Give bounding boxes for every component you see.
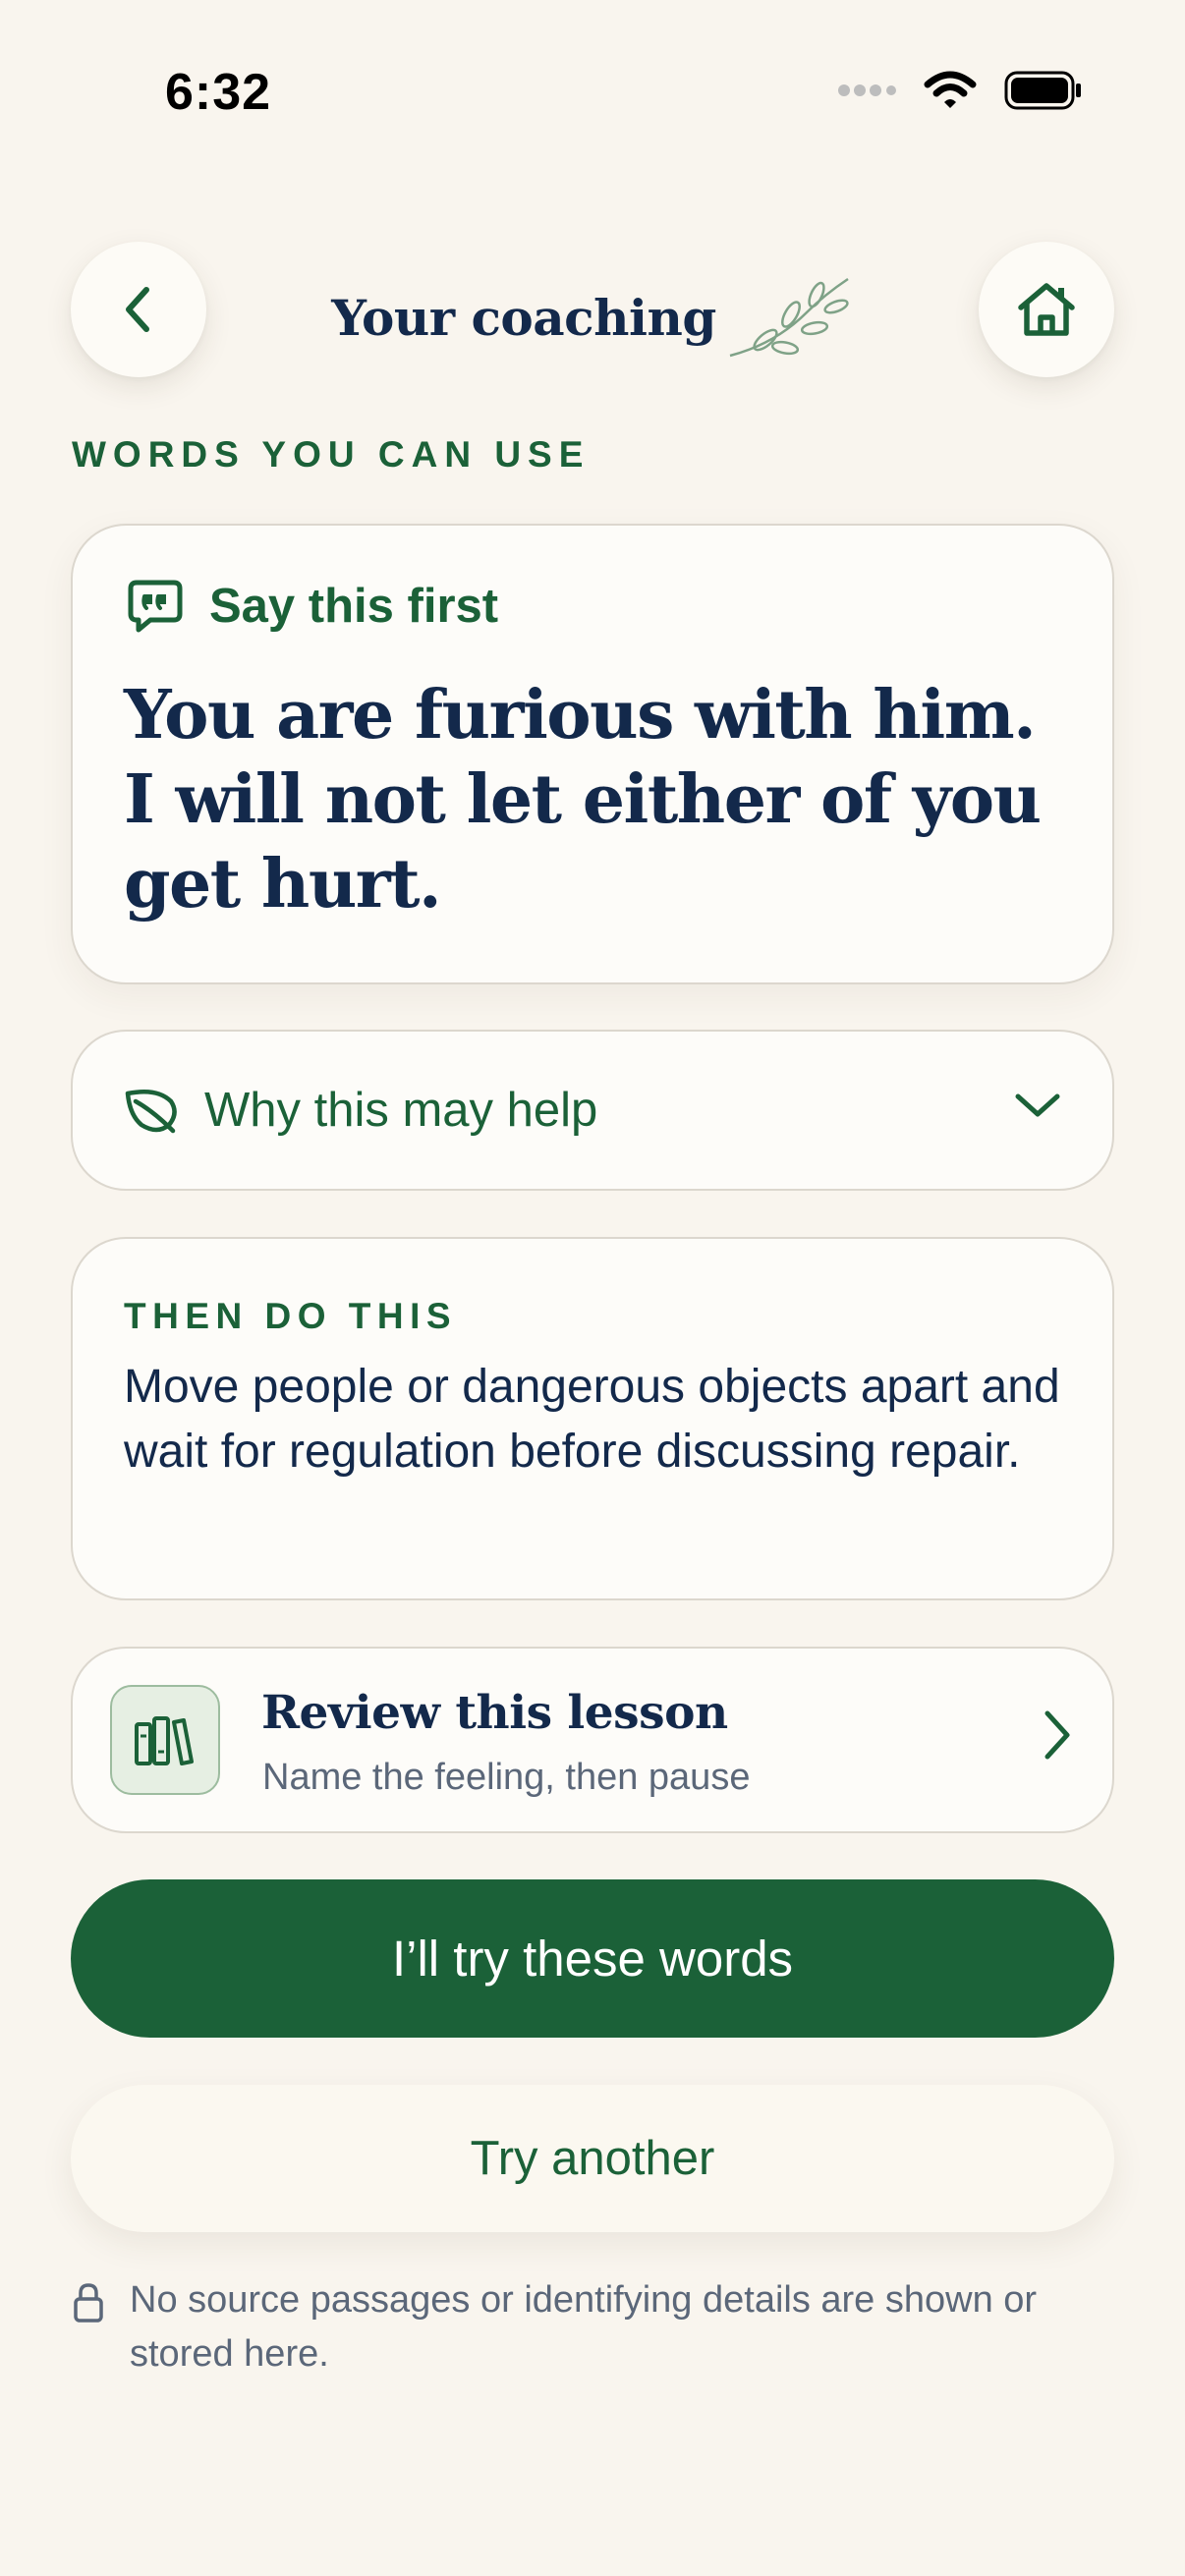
leaf-icon bbox=[125, 1090, 177, 1134]
try-these-words-button[interactable]: I’ll try these words bbox=[71, 1879, 1114, 2038]
say-card-header: Say this first bbox=[127, 579, 498, 634]
say-card-label: Say this first bbox=[209, 580, 499, 633]
signal-dots-icon bbox=[838, 84, 896, 96]
say-this-first-card: Say this first You are furious with him.… bbox=[71, 524, 1114, 984]
chevron-right-icon bbox=[1044, 1710, 1070, 1760]
say-card-text: You are furious with him. I will not let… bbox=[124, 676, 1042, 924]
home-button[interactable] bbox=[979, 242, 1114, 377]
then-do-this-card: THEN DO THIS Move people or dangerous ob… bbox=[71, 1237, 1114, 1600]
review-subtitle: Name the feeling, then pause bbox=[262, 1757, 751, 1798]
review-lesson-link[interactable]: Review this lesson Name the feeling, the… bbox=[71, 1647, 1114, 1833]
review-icon-tile bbox=[110, 1685, 220, 1795]
chevron-down-icon bbox=[1015, 1093, 1060, 1117]
lock-icon bbox=[74, 2283, 103, 2323]
speech-bubble-quote-icon bbox=[128, 580, 183, 633]
then-card-label: THEN DO THIS bbox=[124, 1296, 458, 1336]
section-label: WORDS YOU CAN USE bbox=[72, 434, 591, 475]
privacy-note: No source passages or identifying detail… bbox=[130, 2279, 1038, 2375]
battery-icon bbox=[1004, 71, 1081, 110]
why-card-label: Why this may help bbox=[204, 1084, 598, 1137]
wifi-icon bbox=[924, 71, 977, 108]
page-title: Your coaching bbox=[331, 288, 716, 347]
why-this-may-help-toggle[interactable]: Why this may help bbox=[71, 1030, 1114, 1191]
then-card-text: Move people or dangerous objects apart a… bbox=[124, 1361, 1060, 1478]
review-title: Review this lesson bbox=[261, 1686, 728, 1740]
why-card-header: Why this may help bbox=[124, 1032, 597, 1189]
books-icon bbox=[135, 1716, 194, 1765]
status-time: 6:32 bbox=[165, 64, 272, 121]
home-icon bbox=[1018, 283, 1075, 336]
sprig-icon bbox=[729, 277, 849, 358]
status-icons bbox=[837, 71, 1083, 110]
try-another-button[interactable]: Try another bbox=[71, 2085, 1114, 2232]
